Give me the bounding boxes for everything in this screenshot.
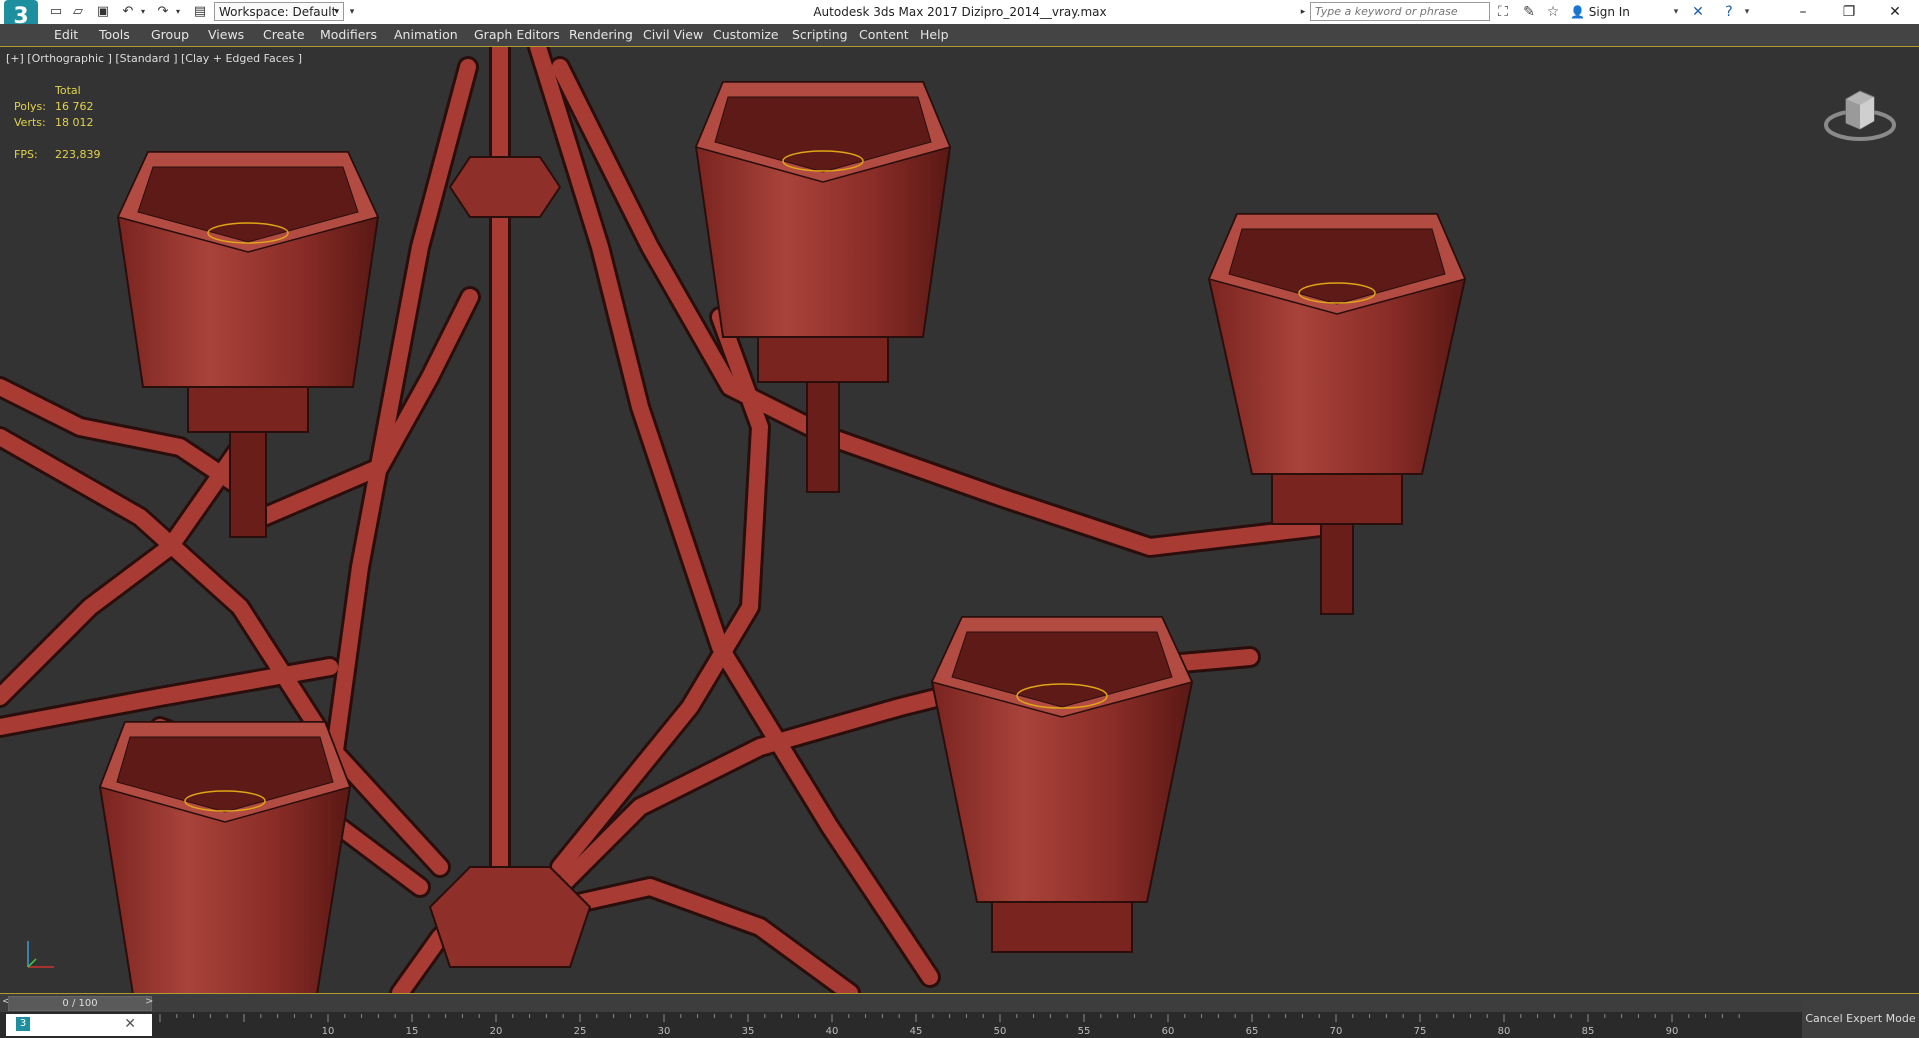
stats-polys-label: Polys: bbox=[14, 100, 46, 113]
ruler-tick-label: 75 bbox=[1414, 1026, 1427, 1037]
ruler-tick-label: 85 bbox=[1582, 1026, 1595, 1037]
ruler-tick-label: 80 bbox=[1498, 1026, 1511, 1037]
help-icon[interactable]: ? bbox=[1720, 3, 1738, 21]
stats-verts-value: 18 012 bbox=[55, 116, 94, 129]
close-icon[interactable]: ✕ bbox=[1872, 0, 1918, 24]
menu-create[interactable]: Create bbox=[263, 24, 305, 46]
candle-cup bbox=[1207, 213, 1467, 615]
ruler-tick-label: 30 bbox=[658, 1026, 671, 1037]
sign-in-label: Sign In bbox=[1588, 5, 1630, 19]
maxscript-mini-listener[interactable]: 3 ✕ bbox=[6, 1014, 152, 1036]
menu-civil-view[interactable]: Civil View bbox=[643, 24, 703, 46]
ruler-tick-label: 35 bbox=[742, 1026, 755, 1037]
expand-search-icon[interactable]: ▸ bbox=[1298, 3, 1308, 21]
redo-icon[interactable]: ↷ bbox=[155, 3, 171, 21]
open-folder-icon[interactable]: ▱ bbox=[70, 3, 86, 21]
chevron-down-icon: ▾ bbox=[334, 7, 339, 17]
minimize-icon[interactable]: – bbox=[1780, 0, 1826, 24]
search-input[interactable] bbox=[1310, 2, 1490, 21]
ruler-tick-label: 65 bbox=[1246, 1026, 1259, 1037]
menu-content[interactable]: Content bbox=[859, 24, 909, 46]
time-slider-next-icon[interactable]: > bbox=[145, 996, 153, 1007]
menu-scripting[interactable]: Scripting bbox=[792, 24, 848, 46]
stats-fps-value: 223,839 bbox=[55, 148, 101, 161]
ruler-tick-label: 40 bbox=[826, 1026, 839, 1037]
ruler-tick-label: 15 bbox=[406, 1026, 419, 1037]
menu-help[interactable]: Help bbox=[920, 24, 949, 46]
autodesk-exchange-icon[interactable]: ✕ bbox=[1688, 3, 1708, 21]
viewport-orthographic[interactable]: [+] [Orthographic ] [Standard ] [Clay + … bbox=[0, 47, 1919, 993]
track-bar-ruler[interactable]: 101520253035404550556065707580859095100 bbox=[156, 1012, 1746, 1038]
menu-modifiers[interactable]: Modifiers bbox=[320, 24, 377, 46]
close-icon[interactable]: ✕ bbox=[124, 1016, 136, 1032]
undo-dropdown-icon[interactable]: ▾ bbox=[138, 3, 148, 21]
ruler-tick-label: 25 bbox=[574, 1026, 587, 1037]
ruler-tick-label: 60 bbox=[1162, 1026, 1175, 1037]
menu-edit[interactable]: Edit bbox=[54, 24, 78, 46]
save-icon[interactable]: ▣ bbox=[95, 3, 111, 21]
workspace-label: Workspace: Default bbox=[219, 5, 337, 19]
new-file-icon[interactable]: ▭ bbox=[48, 3, 64, 21]
user-icon: 👤 bbox=[1570, 5, 1585, 19]
viewport-label-menu[interactable]: [+] [Orthographic ] [Standard ] [Clay + … bbox=[6, 52, 302, 65]
sign-in-dropdown-icon[interactable]: ▾ bbox=[1670, 3, 1682, 21]
menu-tools[interactable]: Tools bbox=[99, 24, 130, 46]
menu-animation[interactable]: Animation bbox=[394, 24, 458, 46]
redo-dropdown-icon[interactable]: ▾ bbox=[173, 3, 183, 21]
menu-views[interactable]: Views bbox=[208, 24, 244, 46]
workspace-dropdown[interactable]: Workspace: Default ▾ bbox=[214, 2, 344, 21]
ruler-tick-label: 55 bbox=[1078, 1026, 1091, 1037]
axis-tripod-icon bbox=[27, 941, 54, 968]
candle-cup bbox=[98, 721, 352, 993]
chandelier-model[interactable] bbox=[0, 47, 1919, 993]
quick-access-menu-icon[interactable]: ▾ bbox=[346, 3, 358, 21]
candle-cup bbox=[930, 616, 1194, 953]
undo-icon[interactable]: ↶ bbox=[120, 3, 136, 21]
ruler-tick-label: 70 bbox=[1330, 1026, 1343, 1037]
menu-graph-editors[interactable]: Graph Editors bbox=[474, 24, 560, 46]
app-small-icon: 3 bbox=[16, 1017, 30, 1031]
ruler-tick-label: 45 bbox=[910, 1026, 923, 1037]
menu-bar: Edit Tools Group Views Create Modifiers … bbox=[0, 24, 1919, 47]
stats-verts-label: Verts: bbox=[14, 116, 46, 129]
menu-group[interactable]: Group bbox=[151, 24, 189, 46]
favorites-icon[interactable]: ☆ bbox=[1544, 3, 1562, 21]
time-slider[interactable]: 0 / 100 bbox=[8, 996, 152, 1011]
time-slider-bar: < 0 / 100 > bbox=[0, 993, 1919, 1013]
stats-polys-value: 16 762 bbox=[55, 100, 94, 113]
project-folder-icon[interactable]: ▤ bbox=[192, 3, 208, 21]
viewcube-icon[interactable] bbox=[1820, 77, 1900, 157]
window-title: Autodesk 3ds Max 2017 Dizipro_2014__vray… bbox=[813, 5, 1107, 19]
communication-center-icon[interactable]: ✎ bbox=[1520, 3, 1538, 21]
menu-rendering[interactable]: Rendering bbox=[569, 24, 633, 46]
ruler-tick-label: 90 bbox=[1666, 1026, 1679, 1037]
title-bar: 3 ▭ ▱ ▣ ↶ ▾ ↷ ▾ ▤ Workspace: Default ▾ ▾… bbox=[0, 0, 1919, 40]
sign-in-button[interactable]: 👤 Sign In bbox=[1570, 3, 1630, 21]
ruler-tick-label: 20 bbox=[490, 1026, 503, 1037]
ruler-tick-label: 10 bbox=[322, 1026, 335, 1037]
menu-customize[interactable]: Customize bbox=[713, 24, 779, 46]
stats-total-label: Total bbox=[55, 84, 81, 97]
cancel-expert-mode-button[interactable]: Cancel Expert Mode bbox=[1802, 1000, 1919, 1038]
bottom-bar: 3 ✕ 101520253035404550556065707580859095… bbox=[0, 1012, 1919, 1038]
help-dropdown-icon[interactable]: ▾ bbox=[1742, 3, 1752, 21]
stats-fps-label: FPS: bbox=[14, 148, 38, 161]
binoculars-icon[interactable]: ⛶ bbox=[1494, 3, 1512, 21]
candle-cup bbox=[694, 81, 952, 493]
restore-icon[interactable]: ❐ bbox=[1826, 0, 1872, 24]
ruler-tick-label: 50 bbox=[994, 1026, 1007, 1037]
